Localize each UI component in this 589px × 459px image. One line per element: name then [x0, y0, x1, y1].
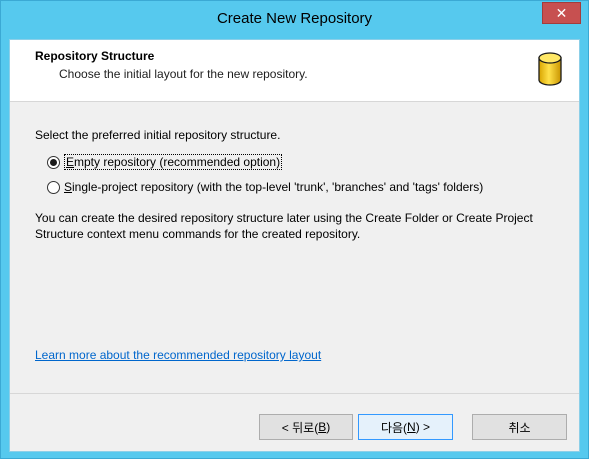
header-subtitle: Choose the initial layout for the new re…	[59, 67, 308, 81]
close-icon: ✕	[555, 4, 568, 21]
option-single-project-repository[interactable]: Single-project repository (with the top-…	[47, 180, 483, 194]
wizard-body: Select the preferred initial repository …	[10, 103, 579, 393]
back-button[interactable]: < 뒤로(B)	[259, 414, 353, 440]
dialog-client-area: Repository Structure Choose the initial …	[9, 39, 580, 452]
option-empty-label[interactable]: Empty repository (recommended option)	[64, 154, 283, 170]
wizard-header: Repository Structure Choose the initial …	[10, 40, 579, 102]
structure-prompt: Select the preferred initial repository …	[35, 128, 281, 142]
title-bar[interactable]: Create New Repository ✕	[1, 1, 588, 38]
radio-button-selected[interactable]	[47, 155, 60, 169]
footer-divider	[10, 393, 579, 394]
learn-more-link[interactable]: Learn more about the recommended reposit…	[35, 348, 321, 362]
window-title: Create New Repository	[216, 10, 373, 27]
dialog-window: Create New Repository ✕ Repository Struc…	[0, 0, 589, 459]
database-cylinder-icon	[538, 52, 562, 86]
option-empty-repository[interactable]: Empty repository (recommended option)	[47, 154, 283, 170]
cancel-button[interactable]: 취소	[472, 414, 567, 440]
radio-button[interactable]	[47, 180, 60, 194]
header-title: Repository Structure	[35, 49, 155, 63]
next-button[interactable]: 다음(N) >	[358, 414, 453, 440]
structure-note: You can create the desired repository st…	[35, 211, 533, 241]
option-single-project-label[interactable]: Single-project repository (with the top-…	[64, 180, 483, 194]
close-button[interactable]: ✕	[542, 2, 581, 24]
